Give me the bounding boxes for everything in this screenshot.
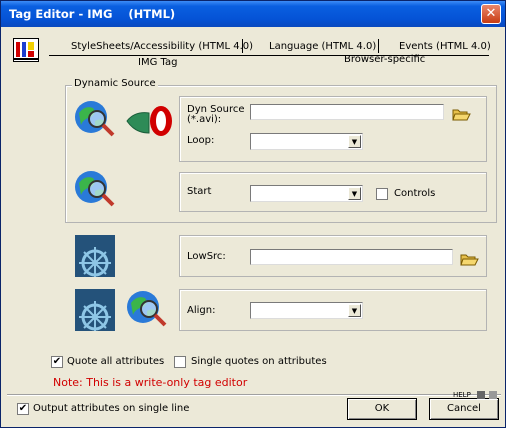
tab-divider: [378, 39, 379, 53]
globe-search-icon: [73, 169, 117, 209]
output-single-line-checkbox[interactable]: ✔: [17, 403, 29, 415]
globe-search-icon: [125, 289, 169, 329]
title-bar[interactable]: Tag Editor - IMG (HTML) ✕: [1, 1, 505, 27]
single-quotes-checkbox[interactable]: [174, 356, 186, 368]
lowsrc-input[interactable]: [250, 249, 453, 265]
cancel-button[interactable]: Cancel: [429, 398, 499, 420]
tab-language[interactable]: Language (HTML 4.0): [269, 41, 376, 52]
close-button[interactable]: ✕: [481, 4, 501, 24]
page-editor-icon: [13, 38, 39, 62]
write-only-note: Note: This is a write-only tag editor: [53, 376, 248, 389]
dyn-source-label: Dyn Source (*.avi):: [187, 104, 245, 125]
folder-open-icon: [452, 109, 471, 121]
tab-divider: [242, 39, 243, 53]
align-select[interactable]: ▼: [250, 302, 363, 319]
tab-img-tag[interactable]: IMG Tag: [138, 57, 177, 68]
quote-all-checkbox[interactable]: ✔: [51, 356, 63, 368]
loop-select[interactable]: ▼: [250, 133, 363, 150]
window-title: Tag Editor - IMG (HTML): [9, 7, 176, 21]
globe-search-icon: [73, 99, 117, 139]
tab-stylesheets[interactable]: StyleSheets/Accessibility (HTML 4.0): [71, 41, 253, 52]
controls-label: Controls: [394, 188, 436, 199]
ok-button[interactable]: OK: [347, 398, 417, 420]
video-reel-icon: [125, 103, 175, 137]
close-icon: ✕: [485, 6, 497, 21]
ship-wheel-icon: [75, 289, 115, 331]
dynamic-source-legend: Dynamic Source: [72, 78, 158, 89]
help-label[interactable]: HELP: [453, 391, 471, 399]
start-select[interactable]: ▼: [250, 185, 363, 202]
lowsrc-label: LowSrc:: [187, 251, 226, 262]
output-single-line-label: Output attributes on single line: [33, 403, 190, 414]
tab-browser-specific[interactable]: Browser-specific: [344, 54, 425, 65]
lowsrc-browse-button[interactable]: [459, 250, 479, 268]
bottom-separator: [7, 394, 501, 396]
start-label: Start: [187, 186, 212, 197]
folder-open-icon: [460, 254, 479, 266]
tab-events[interactable]: Events (HTML 4.0): [399, 41, 491, 52]
dyn-source-input[interactable]: [250, 104, 444, 120]
ship-wheel-icon: [75, 235, 115, 277]
chevron-down-icon[interactable]: ▼: [348, 135, 361, 148]
chevron-down-icon[interactable]: ▼: [348, 304, 361, 317]
loop-label: Loop:: [187, 135, 215, 146]
controls-checkbox[interactable]: [376, 188, 388, 200]
align-label: Align:: [187, 305, 216, 316]
quote-all-label: Quote all attributes: [67, 356, 165, 367]
help-icon[interactable]: [477, 391, 499, 399]
chevron-down-icon[interactable]: ▼: [348, 187, 361, 200]
dyn-source-browse-button[interactable]: [451, 105, 471, 123]
tag-editor-window: Tag Editor - IMG (HTML) ✕ StyleSheets/Ac…: [0, 0, 506, 428]
single-quotes-label: Single quotes on attributes: [191, 356, 327, 367]
